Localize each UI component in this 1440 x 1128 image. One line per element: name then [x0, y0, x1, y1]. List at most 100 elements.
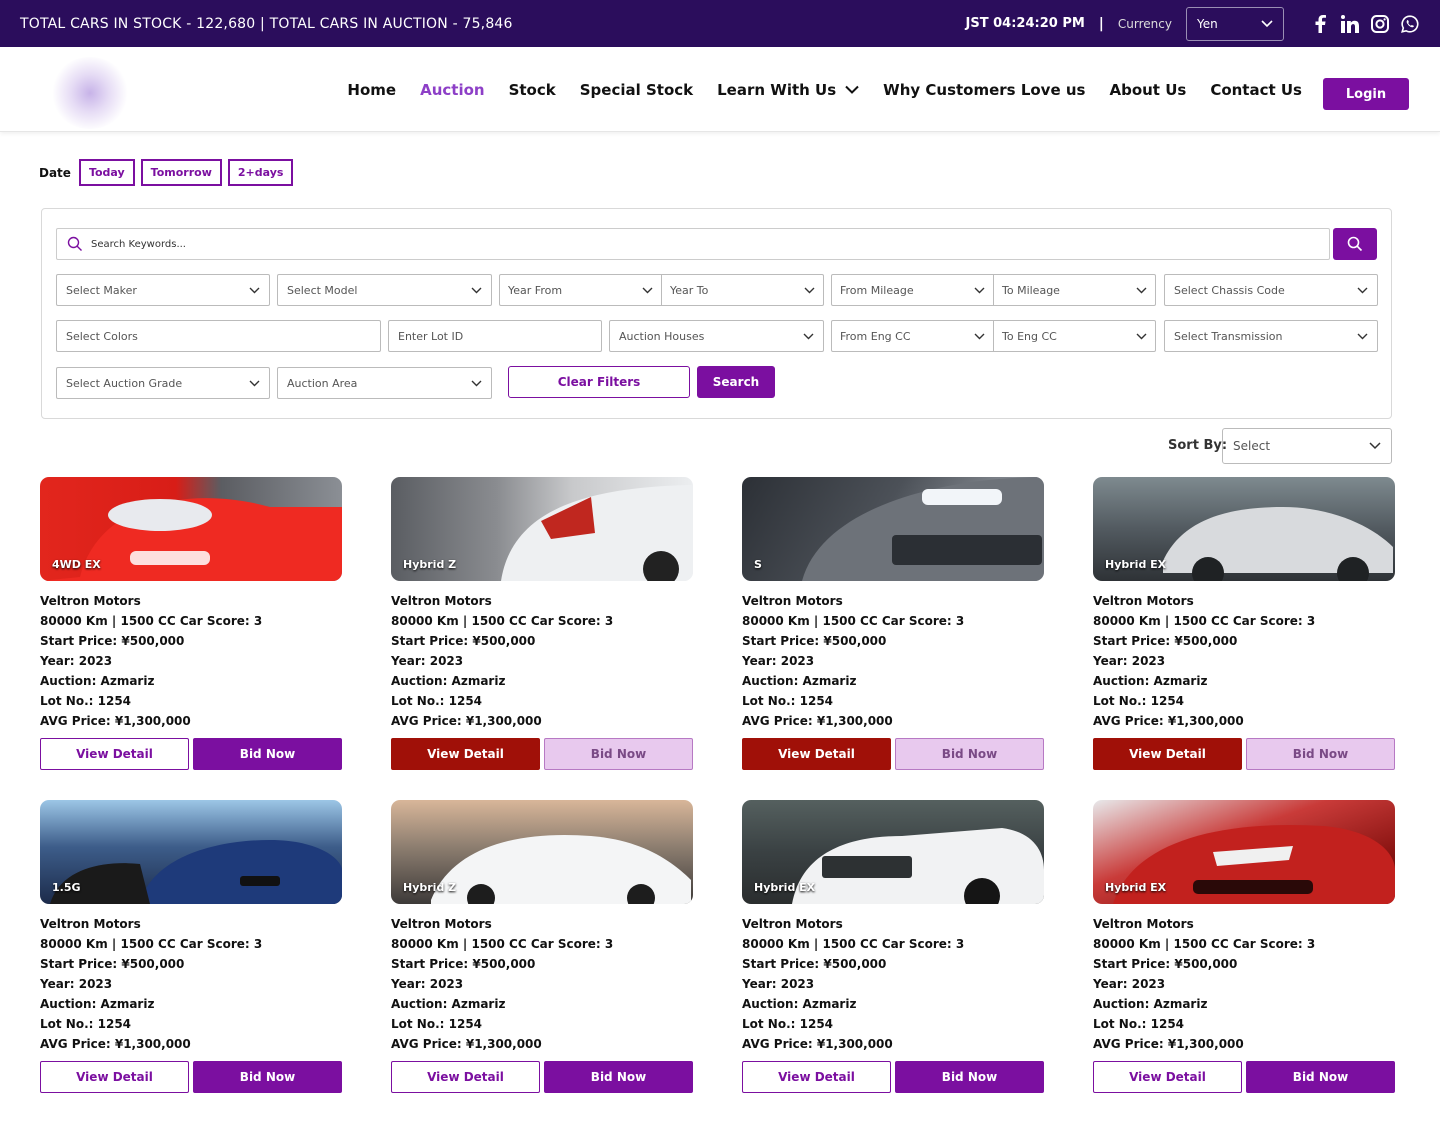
- nav-why-customers[interactable]: Why Customers Love us: [883, 81, 1085, 99]
- bid-now-button[interactable]: Bid Now: [193, 1061, 342, 1093]
- nav-auction[interactable]: Auction: [420, 81, 484, 99]
- car-details: Veltron Motors 80000 Km | 1500 CC Car Sco…: [391, 914, 693, 1054]
- from-eng-cc-select[interactable]: From Eng CC: [832, 321, 993, 351]
- car-card: Hybrid Z Veltron Motors 80000 Km | 1500 CC…: [391, 800, 693, 1093]
- model-select-label: Select Model: [287, 283, 358, 297]
- separator: |: [1098, 15, 1104, 32]
- from-mileage-select[interactable]: From Mileage: [832, 275, 993, 305]
- car-image[interactable]: Hybrid Z: [391, 800, 693, 904]
- nav-learn-with-us: Learn With Us: [717, 80, 837, 99]
- car-image[interactable]: Hybrid EX: [742, 800, 1044, 904]
- car-avg-price: AVG Price: ¥1,300,000: [742, 1037, 893, 1051]
- car-start-price: Start Price: ¥500,000: [40, 634, 185, 648]
- car-illustration: [50, 840, 342, 904]
- to-mileage-select[interactable]: To Mileage: [993, 275, 1155, 305]
- whatsapp-icon[interactable]: [1400, 14, 1420, 34]
- car-image[interactable]: 1.5G: [40, 800, 342, 904]
- view-detail-button[interactable]: View Detail: [40, 1061, 189, 1093]
- model-select[interactable]: Select Model: [277, 274, 492, 306]
- bid-now-button[interactable]: Bid Now: [544, 1061, 693, 1093]
- bid-now-button[interactable]: Bid Now: [895, 1061, 1044, 1093]
- car-specs: 80000 Km | 1500 CC Car Score: 3: [40, 614, 263, 628]
- chevron-down-icon: [1369, 442, 1381, 450]
- search-button[interactable]: Search: [697, 366, 775, 398]
- car-image[interactable]: Hybrid Z: [391, 477, 693, 581]
- search-submit-button[interactable]: [1333, 228, 1377, 260]
- site-logo[interactable]: [50, 57, 130, 129]
- transmission-select[interactable]: Select Transmission: [1164, 320, 1378, 352]
- car-lot: Lot No.: 1254: [391, 694, 483, 708]
- linkedin-icon[interactable]: [1340, 14, 1360, 34]
- chevron-down-icon: [845, 85, 859, 94]
- clear-filters-button[interactable]: Clear Filters: [508, 366, 690, 398]
- from-mileage-label: From Mileage: [840, 283, 914, 297]
- bid-now-button[interactable]: Bid Now: [544, 738, 693, 770]
- car-year: Year: 2023: [1093, 654, 1166, 668]
- nav-about-us[interactable]: About Us: [1109, 81, 1186, 99]
- currency-select[interactable]: Yen: [1186, 6, 1284, 41]
- year-range: Year From Year To: [499, 274, 824, 306]
- auction-houses-select[interactable]: Auction Houses: [609, 320, 824, 352]
- view-detail-button[interactable]: View Detail: [1093, 738, 1242, 770]
- nav-learn-with-us-wrap[interactable]: Learn With Us: [717, 81, 859, 99]
- date-tomorrow-button[interactable]: Tomorrow: [140, 159, 222, 186]
- search-input[interactable]: Search Keywords...: [56, 228, 1330, 260]
- to-eng-cc-select[interactable]: To Eng CC: [993, 321, 1155, 351]
- car-lot: Lot No.: 1254: [40, 694, 132, 708]
- year-from-select[interactable]: Year From: [500, 275, 661, 305]
- auction-area-select[interactable]: Auction Area: [277, 367, 492, 399]
- car-specs: 80000 Km | 1500 CC Car Score: 3: [1093, 614, 1316, 628]
- facebook-icon[interactable]: [1310, 14, 1330, 34]
- login-button[interactable]: Login: [1323, 78, 1409, 110]
- view-detail-button[interactable]: View Detail: [742, 738, 891, 770]
- view-detail-button[interactable]: View Detail: [40, 738, 189, 770]
- car-start-price: Start Price: ¥500,000: [742, 634, 887, 648]
- to-mileage-label: To Mileage: [1002, 283, 1060, 297]
- chassis-select[interactable]: Select Chassis Code: [1164, 274, 1378, 306]
- card-actions: View Detail Bid Now: [40, 1061, 342, 1093]
- nav-stock[interactable]: Stock: [509, 81, 556, 99]
- car-details: Veltron Motors 80000 Km | 1500 CC Car Sco…: [742, 591, 1044, 731]
- car-avg-price: AVG Price: ¥1,300,000: [1093, 1037, 1244, 1051]
- car-image[interactable]: S: [742, 477, 1044, 581]
- nav-special-stock[interactable]: Special Stock: [580, 81, 693, 99]
- maker-select[interactable]: Select Maker: [56, 274, 270, 306]
- maker-select-label: Select Maker: [66, 283, 137, 297]
- car-image[interactable]: 4WD EX: [40, 477, 342, 581]
- car-lot: Lot No.: 1254: [1093, 1017, 1185, 1031]
- bid-now-button[interactable]: Bid Now: [895, 738, 1044, 770]
- car-image[interactable]: Hybrid EX: [1093, 477, 1395, 581]
- car-details: Veltron Motors 80000 Km | 1500 CC Car Sco…: [1093, 591, 1395, 731]
- nav-contact-us[interactable]: Contact Us: [1210, 81, 1302, 99]
- car-card: S Veltron Motors 80000 Km | 1500 CC Car Sc…: [742, 477, 1044, 770]
- chevron-down-icon: [471, 287, 482, 293]
- car-avg-price: AVG Price: ¥1,300,000: [391, 1037, 542, 1051]
- view-detail-button[interactable]: View Detail: [742, 1061, 891, 1093]
- nav-home[interactable]: Home: [347, 81, 396, 99]
- car-specs: 80000 Km | 1500 CC Car Score: 3: [40, 937, 263, 951]
- car-image[interactable]: Hybrid EX: [1093, 800, 1395, 904]
- car-company: Veltron Motors: [40, 594, 141, 608]
- chevron-down-icon: [1261, 19, 1273, 27]
- car-start-price: Start Price: ¥500,000: [40, 957, 185, 971]
- auction-grade-select[interactable]: Select Auction Grade: [56, 367, 270, 399]
- car-lot: Lot No.: 1254: [742, 1017, 834, 1031]
- nav-menu: Home Auction Stock Special Stock Learn W…: [347, 47, 1302, 132]
- date-2plus-button[interactable]: 2+days: [227, 159, 294, 186]
- instagram-icon[interactable]: [1370, 14, 1390, 34]
- bid-now-button[interactable]: Bid Now: [1246, 1061, 1395, 1093]
- colors-input[interactable]: Select Colors: [56, 320, 381, 352]
- bid-now-button[interactable]: Bid Now: [1246, 738, 1395, 770]
- view-detail-button[interactable]: View Detail: [391, 1061, 540, 1093]
- lot-id-input[interactable]: Enter Lot ID: [388, 320, 602, 352]
- chevron-down-icon: [1357, 287, 1368, 293]
- view-detail-button[interactable]: View Detail: [391, 738, 540, 770]
- car-year: Year: 2023: [40, 977, 113, 991]
- year-to-select[interactable]: Year To: [661, 275, 823, 305]
- sort-select[interactable]: Select: [1222, 428, 1392, 464]
- car-grade-tag: 4WD EX: [52, 558, 101, 571]
- date-today-button[interactable]: Today: [78, 159, 135, 186]
- car-year: Year: 2023: [391, 654, 464, 668]
- bid-now-button[interactable]: Bid Now: [193, 738, 342, 770]
- view-detail-button[interactable]: View Detail: [1093, 1061, 1242, 1093]
